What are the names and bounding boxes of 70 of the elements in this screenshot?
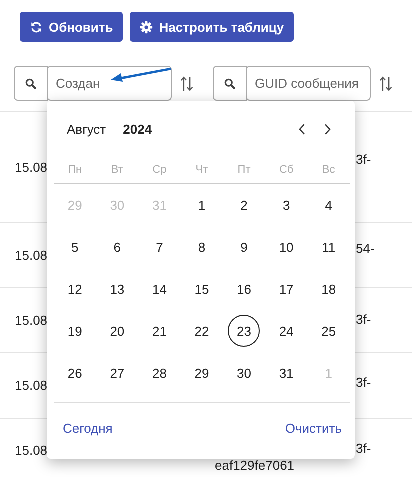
table-cell: eaf129fe7061	[215, 458, 295, 473]
day-button[interactable]: 23	[228, 315, 260, 347]
day-button[interactable]: 1	[186, 189, 218, 221]
day-button[interactable]: 19	[59, 315, 92, 347]
day-button[interactable]: 28	[144, 357, 176, 389]
search-icon	[25, 78, 37, 90]
day-button[interactable]: 26	[59, 357, 92, 389]
weekday-label: Вт	[111, 164, 124, 176]
day-button[interactable]: 25	[312, 315, 345, 347]
day-button[interactable]: 9	[228, 231, 260, 263]
day-button[interactable]: 16	[228, 273, 260, 305]
table-cell: 15.08	[15, 248, 48, 262]
day-button[interactable]: 13	[101, 273, 134, 305]
day-button[interactable]: 14	[144, 273, 176, 305]
day-button[interactable]: 22	[186, 315, 218, 347]
month-label[interactable]: Август	[67, 122, 106, 136]
clear-button[interactable]: Очистить	[285, 420, 342, 436]
weekday-label: Вс	[322, 164, 336, 176]
day-button[interactable]: 2	[228, 189, 260, 221]
weekday-label: Чт	[196, 164, 208, 176]
day-button[interactable]: 21	[144, 315, 176, 347]
table-cell: 54-	[356, 241, 375, 256]
table-cell: 3f-	[356, 312, 372, 327]
settings-button[interactable]: Настроить таблицу	[130, 12, 294, 42]
day-button[interactable]: 10	[270, 231, 303, 263]
day-button[interactable]: 27	[101, 357, 134, 389]
day-button[interactable]: 30	[228, 357, 260, 389]
sort-button[interactable]	[379, 76, 393, 92]
day-button[interactable]: 20	[101, 315, 134, 347]
search-icon	[224, 78, 236, 90]
weekday-label: Пт	[238, 164, 251, 176]
weekday-label: Сб	[279, 164, 294, 176]
chevron-right-icon	[324, 122, 332, 136]
search-button[interactable]	[213, 66, 247, 101]
filter-field[interactable]: Создан	[47, 66, 172, 101]
table-cell: 15.08	[15, 378, 48, 393]
annotation-arrow	[110, 67, 172, 83]
day-button[interactable]: 6	[101, 231, 134, 263]
table-cell: 15.08	[15, 312, 48, 328]
refresh-icon	[30, 20, 43, 34]
sort-icon	[379, 76, 393, 92]
refresh-button[interactable]: Обновить	[20, 12, 124, 42]
day-button[interactable]: 5	[59, 231, 92, 263]
day-button[interactable]: 12	[59, 273, 92, 305]
day-button[interactable]: 31	[270, 357, 303, 389]
day-button[interactable]: 18	[312, 273, 345, 305]
filter-field[interactable]: GUID сообщения	[246, 66, 371, 101]
day-button[interactable]: 29	[186, 357, 218, 389]
table-cell: 3f-	[356, 375, 372, 390]
day-button[interactable]: 8	[186, 231, 218, 263]
weekday-label: Пн	[68, 164, 82, 176]
table-cell: 3f-	[356, 152, 372, 167]
day-button[interactable]: 4	[312, 189, 345, 221]
day-button[interactable]: 15	[186, 273, 218, 305]
day-button[interactable]: 11	[312, 231, 345, 263]
day-button[interactable]: 24	[270, 315, 303, 347]
sort-button[interactable]	[180, 76, 194, 92]
day-button[interactable]: 17	[270, 273, 303, 305]
weekday-label: Ср	[152, 164, 167, 176]
sort-icon	[180, 76, 194, 92]
day-button[interactable]: 7	[144, 231, 176, 263]
day-button[interactable]: 3	[270, 189, 303, 221]
table-cell: 15.08	[15, 443, 48, 458]
table-cell: 15.08	[15, 160, 48, 174]
search-button[interactable]	[14, 66, 48, 101]
table-cell: 3f-	[356, 441, 372, 456]
gear-icon	[140, 20, 154, 34]
year-label[interactable]: 2024	[123, 122, 152, 136]
today-button[interactable]: Сегодня	[63, 420, 113, 436]
chevron-left-icon	[298, 122, 306, 136]
